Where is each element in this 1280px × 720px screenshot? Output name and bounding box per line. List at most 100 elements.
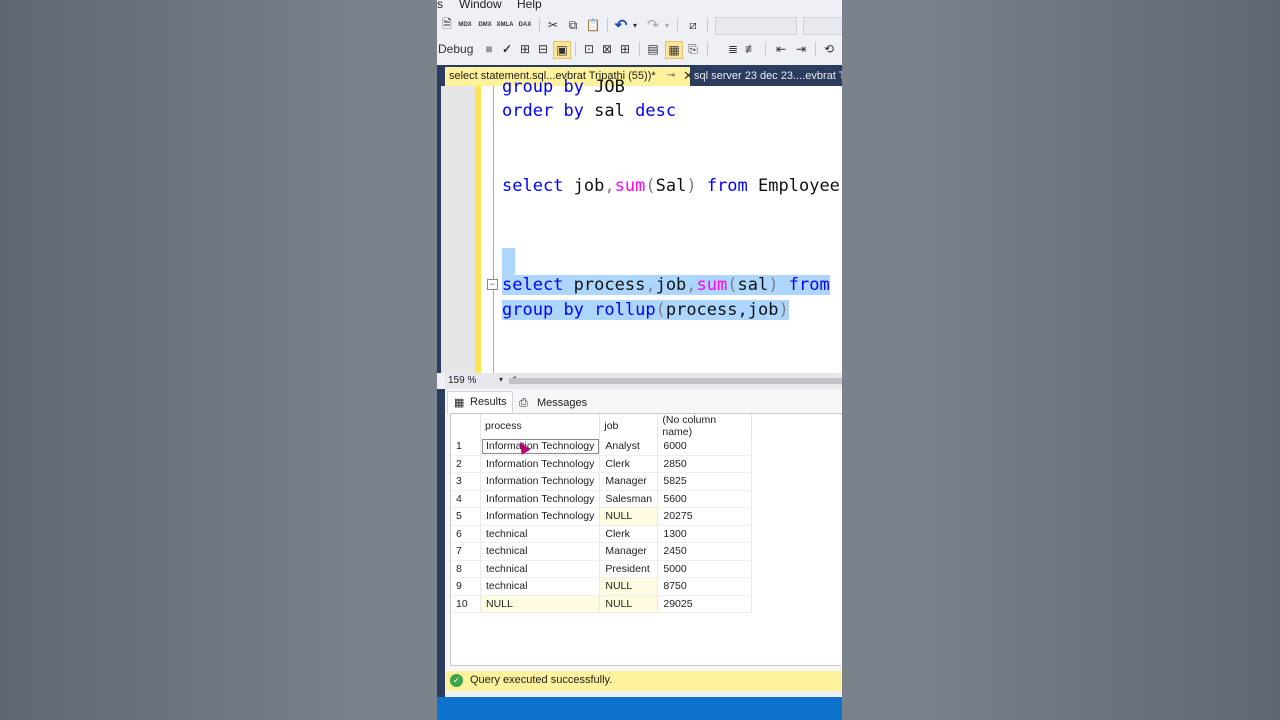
results-to-file-icon[interactable]: ⎘ xyxy=(685,41,701,57)
include-plan-icon[interactable]: ⊡ xyxy=(581,41,597,57)
dmx-query-icon[interactable]: DMX xyxy=(477,17,493,33)
paste-icon[interactable]: 📋 xyxy=(585,17,601,33)
standard-toolbar: 🗎 MDX DMX XMLA DAX ✂ ⧉ 📋 ↶ ▾ ↷ ▾ ⧄ xyxy=(437,14,842,36)
properties-icon[interactable]: ⧄ xyxy=(685,17,701,33)
close-icon[interactable]: ✕ xyxy=(683,68,694,84)
cut-icon[interactable]: ✂ xyxy=(545,17,561,33)
code-line-group-by-rollup: group by rollup(process,job) xyxy=(502,300,789,320)
table-row[interactable]: 8 technical President 5000 xyxy=(451,560,753,578)
undo-dropdown-icon[interactable]: ▾ xyxy=(627,17,643,33)
xmla-query-icon[interactable]: XMLA xyxy=(497,17,514,33)
cell-job[interactable]: Clerk xyxy=(599,525,659,543)
table-row[interactable]: 1 Information Technology Analyst 6000 xyxy=(451,438,753,456)
zoom-dropdown-icon[interactable]: ▾ xyxy=(499,375,503,384)
cell-job[interactable]: Manager xyxy=(599,472,659,491)
cell-process[interactable]: Information Technology xyxy=(480,472,601,491)
column-header-process[interactable]: process xyxy=(480,414,601,438)
cell-process[interactable]: Information Technology xyxy=(480,455,601,473)
results-to-grid-icon[interactable]: ▦ xyxy=(665,41,683,59)
column-header-no-column-name[interactable]: (No column name) xyxy=(657,414,753,438)
table-row[interactable]: 2 Information Technology Clerk 2850 xyxy=(451,455,753,473)
separator xyxy=(639,42,640,56)
display-plan-icon[interactable]: ⊞ xyxy=(517,41,533,57)
cell-process[interactable]: Information Technology xyxy=(480,438,601,456)
cell-total[interactable]: 2450 xyxy=(657,542,753,561)
table-row[interactable]: 9 technical NULL 8750 xyxy=(451,577,753,596)
intellisense-icon[interactable]: ▣ xyxy=(553,41,571,59)
row-number: 5 xyxy=(451,507,481,526)
collapse-icon[interactable]: − xyxy=(487,279,498,290)
cell-total[interactable]: 2850 xyxy=(657,455,753,473)
specify-values-icon[interactable]: ⟲ xyxy=(821,41,837,57)
results-to-text-icon[interactable]: ▤ xyxy=(645,41,661,57)
decrease-indent-icon[interactable]: ⇤ xyxy=(773,41,789,57)
new-query-icon[interactable]: 🗎 xyxy=(439,17,455,33)
horizontal-scrollbar[interactable] xyxy=(509,378,842,384)
cell-total[interactable]: 6000 xyxy=(657,438,753,456)
table-row[interactable]: 4 Information Technology Salesman 5600 xyxy=(451,490,753,508)
messages-icon: ⎙ xyxy=(519,397,528,409)
row-number: 10 xyxy=(451,595,481,613)
tab-results[interactable]: ▦ Results xyxy=(447,391,513,414)
header-row: process job (No column name) xyxy=(451,414,753,438)
increase-indent-icon[interactable]: ⇥ xyxy=(793,41,809,57)
table-row[interactable]: 10 NULL NULL 29025 xyxy=(451,595,753,613)
copy-icon[interactable]: ⧉ xyxy=(565,17,581,33)
dax-query-icon[interactable]: DAX xyxy=(517,17,533,33)
cell-job[interactable]: Clerk xyxy=(599,455,659,473)
cell-job[interactable]: President xyxy=(599,560,659,578)
query-editor[interactable]: − group by JOB order by sal desc select … xyxy=(437,77,842,373)
cell-total[interactable]: 1300 xyxy=(657,525,753,543)
cell-process[interactable]: technical xyxy=(480,560,601,578)
row-number: 6 xyxy=(451,525,481,543)
cell-job[interactable]: NULL xyxy=(599,507,659,526)
pin-icon[interactable]: ⊸ xyxy=(667,70,675,81)
results-pane: ▦ Results ⎙ Messages process job (No col… xyxy=(445,389,842,671)
table-row[interactable]: 6 technical Clerk 1300 xyxy=(451,525,753,543)
cell-job[interactable]: NULL xyxy=(599,577,659,596)
zoom-level[interactable]: 159 % xyxy=(448,375,476,386)
cell-process[interactable]: Information Technology xyxy=(480,507,601,526)
cell-process[interactable]: technical xyxy=(480,525,601,543)
separator xyxy=(607,18,608,32)
cell-process[interactable]: technical xyxy=(480,577,601,596)
query-options-icon[interactable]: ⊟ xyxy=(535,41,551,57)
redo-dropdown-icon[interactable]: ▾ xyxy=(659,17,675,33)
debug-button[interactable]: Debug xyxy=(438,42,473,56)
menu-bar: s Window Help xyxy=(437,0,842,12)
table-row[interactable]: 7 technical Manager 2450 xyxy=(451,542,753,561)
platform-combo[interactable] xyxy=(803,17,842,35)
column-header-job[interactable]: job xyxy=(599,414,659,438)
cell-job[interactable]: Analyst xyxy=(599,438,659,456)
results-grid[interactable]: process job (No column name) 1 Informatio… xyxy=(450,413,842,666)
cell-process[interactable]: Information Technology xyxy=(480,490,601,508)
client-stats-icon[interactable]: ⊞ xyxy=(617,41,633,57)
cell-job[interactable]: NULL xyxy=(599,595,659,613)
cell-job[interactable]: Manager xyxy=(599,542,659,561)
selection-highlight xyxy=(502,248,515,278)
cell-total[interactable]: 5000 xyxy=(657,560,753,578)
uncomment-icon[interactable]: ≢ xyxy=(743,41,759,57)
mdx-query-icon[interactable]: MDX xyxy=(457,17,473,33)
editor-zoom-bar: 159 % ▾ ◂ xyxy=(445,373,842,389)
cell-total[interactable]: 5600 xyxy=(657,490,753,508)
comment-icon[interactable]: ≣ xyxy=(725,41,741,57)
menu-item-window[interactable]: Window xyxy=(459,0,502,11)
table-row[interactable]: 5 Information Technology NULL 20275 xyxy=(451,507,753,526)
tab-sql-server-23-dec[interactable]: sql server 23 dec 23....evbrat Tri xyxy=(694,70,842,82)
cell-process[interactable]: NULL xyxy=(480,595,601,613)
cell-job[interactable]: Salesman xyxy=(599,490,659,508)
stop-icon[interactable]: ■ xyxy=(481,41,497,57)
solution-config-combo[interactable] xyxy=(715,17,797,35)
menu-item-help[interactable]: Help xyxy=(517,0,542,11)
cell-process[interactable]: technical xyxy=(480,542,601,561)
table-row[interactable]: 3 Information Technology Manager 5825 xyxy=(451,472,753,491)
cell-total[interactable]: 5825 xyxy=(657,472,753,491)
cell-total[interactable]: 29025 xyxy=(657,595,753,613)
cell-total[interactable]: 20275 xyxy=(657,507,753,526)
query-status-bar: ✓ Query executed successfully. xyxy=(445,671,842,691)
menu-item-partial[interactable]: s xyxy=(437,0,443,11)
cell-total[interactable]: 8750 xyxy=(657,577,753,596)
parse-check-icon[interactable]: ✓ xyxy=(499,41,515,57)
live-stats-icon[interactable]: ⊠ xyxy=(599,41,615,57)
